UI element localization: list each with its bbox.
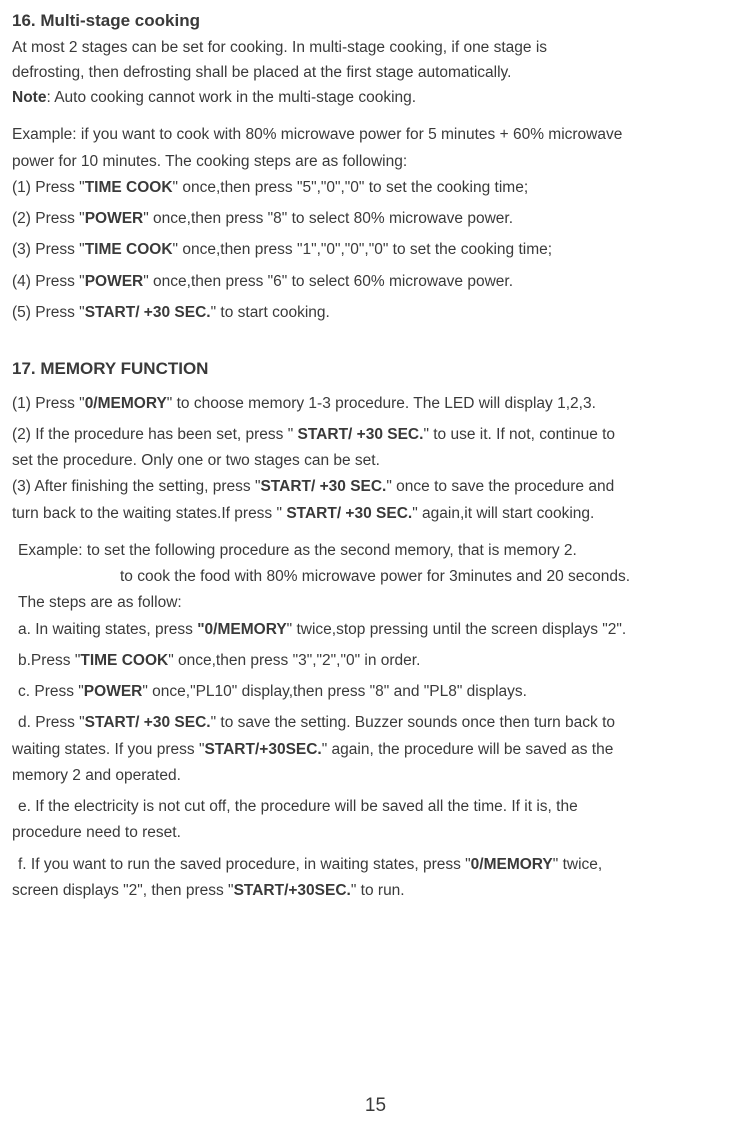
key: TIME COOK: [85, 179, 173, 196]
text: " again,it will start cooking.: [412, 505, 594, 522]
text: " once,then press "5","0","0" to set the…: [173, 179, 529, 196]
key: START/ +30 SEC.: [298, 426, 424, 443]
text: " once,then press "6" to select 60% micr…: [143, 273, 513, 290]
key: START/+30SEC.: [234, 882, 351, 899]
key: POWER: [85, 210, 144, 227]
text: turn back to the waiting states.If press…: [12, 505, 286, 522]
text: " again, the procedure will be saved as …: [322, 741, 614, 758]
section-16-title: 16. Multi-stage cooking: [12, 8, 739, 34]
text: " twice,: [553, 856, 602, 873]
s16-para-line2: defrosting, then defrosting shall be pla…: [12, 61, 739, 84]
s17-step-f: f. If you want to run the saved procedur…: [18, 853, 739, 876]
s16-step-4: (4) Press "POWER" once,then press "6" to…: [12, 270, 739, 293]
key: TIME COOK: [80, 652, 168, 669]
note-label: Note: [12, 89, 46, 106]
key: START/ +30 SEC.: [85, 714, 211, 731]
s17-step-1: (1) Press "0/MEMORY" to choose memory 1-…: [12, 392, 739, 415]
s16-note: Note: Auto cooking cannot work in the mu…: [12, 86, 739, 109]
s16-example-line2: power for 10 minutes. The cooking steps …: [12, 150, 739, 173]
text: b.Press ": [18, 652, 80, 669]
s17-step-d: d. Press "START/ +30 SEC." to save the s…: [18, 711, 739, 734]
s17-step-e-cont: procedure need to reset.: [12, 821, 739, 844]
text: (2) If the procedure has been set, press…: [12, 426, 298, 443]
s17-step-2: (2) If the procedure has been set, press…: [12, 423, 739, 446]
key: 0/MEMORY: [471, 856, 553, 873]
text: " to use it. If not, continue to: [423, 426, 615, 443]
s17-example-line2: to cook the food with 80% microwave powe…: [120, 565, 739, 588]
text: (3) After finishing the setting, press ": [12, 478, 260, 495]
key: START/+30SEC.: [204, 741, 321, 758]
text: (5) Press ": [12, 304, 85, 321]
text: (4) Press ": [12, 273, 85, 290]
text: " once,then press "8" to select 80% micr…: [143, 210, 513, 227]
text: " to run.: [351, 882, 405, 899]
s16-step-2: (2) Press "POWER" once,then press "8" to…: [12, 207, 739, 230]
key: POWER: [85, 273, 144, 290]
s17-step-a: a. In waiting states, press "0/MEMORY" t…: [18, 618, 739, 641]
key: START/ +30 SEC.: [286, 505, 412, 522]
text: (3) Press ": [12, 241, 85, 258]
s16-para-line1: At most 2 stages can be set for cooking.…: [12, 36, 739, 59]
key: START/ +30 SEC.: [85, 304, 211, 321]
s17-step-d-cont1: waiting states. If you press "START/+30S…: [12, 738, 739, 761]
text: " once,then press "3","2","0" in order.: [168, 652, 420, 669]
note-text: : Auto cooking cannot work in the multi-…: [46, 89, 416, 106]
s17-step-3: (3) After finishing the setting, press "…: [12, 475, 739, 498]
text: a. In waiting states, press: [18, 621, 197, 638]
s17-step-e: e. If the electricity is not cut off, th…: [18, 795, 739, 818]
key: START/ +30 SEC.: [260, 478, 386, 495]
s17-step-f-cont: screen displays "2", then press "START/+…: [12, 879, 739, 902]
text: c. Press ": [18, 683, 84, 700]
page-number: 15: [12, 1092, 739, 1121]
text: " twice,stop pressing until the screen d…: [287, 621, 627, 638]
key: TIME COOK: [85, 241, 173, 258]
text: (2) Press ": [12, 210, 85, 227]
s17-step-2-cont: set the procedure. Only one or two stage…: [12, 449, 739, 472]
s16-step-3: (3) Press "TIME COOK" once,then press "1…: [12, 238, 739, 261]
text: " to save the setting. Buzzer sounds onc…: [211, 714, 615, 731]
key: 0/MEMORY: [85, 395, 167, 412]
section-17-title: 17. MEMORY FUNCTION: [12, 356, 739, 382]
text: screen displays "2", then press ": [12, 882, 234, 899]
text: " to start cooking.: [211, 304, 330, 321]
s17-step-b: b.Press "TIME COOK" once,then press "3",…: [18, 649, 739, 672]
text: " to choose memory 1-3 procedure. The LE…: [167, 395, 596, 412]
key: "0/MEMORY: [197, 621, 286, 638]
s17-example-line1: Example: to set the following procedure …: [18, 539, 739, 562]
s17-step-d-cont2: memory 2 and operated.: [12, 764, 739, 787]
text: (1) Press ": [12, 395, 85, 412]
s17-example-line3: The steps are as follow:: [18, 591, 739, 614]
text: d. Press ": [18, 714, 85, 731]
text: " once,"PL10" display,then press "8" and…: [142, 683, 527, 700]
text: " once,then press "1","0","0","0" to set…: [173, 241, 553, 258]
text: waiting states. If you press ": [12, 741, 204, 758]
text: f. If you want to run the saved procedur…: [18, 856, 471, 873]
text: (1) Press ": [12, 179, 85, 196]
s16-example-line1: Example: if you want to cook with 80% mi…: [12, 123, 739, 146]
s17-step-3-cont: turn back to the waiting states.If press…: [12, 502, 739, 525]
text: " once to save the procedure and: [386, 478, 614, 495]
s16-step-5: (5) Press "START/ +30 SEC." to start coo…: [12, 301, 739, 324]
s17-step-c: c. Press "POWER" once,"PL10" display,the…: [18, 680, 739, 703]
key: POWER: [84, 683, 143, 700]
s16-step-1: (1) Press "TIME COOK" once,then press "5…: [12, 176, 739, 199]
